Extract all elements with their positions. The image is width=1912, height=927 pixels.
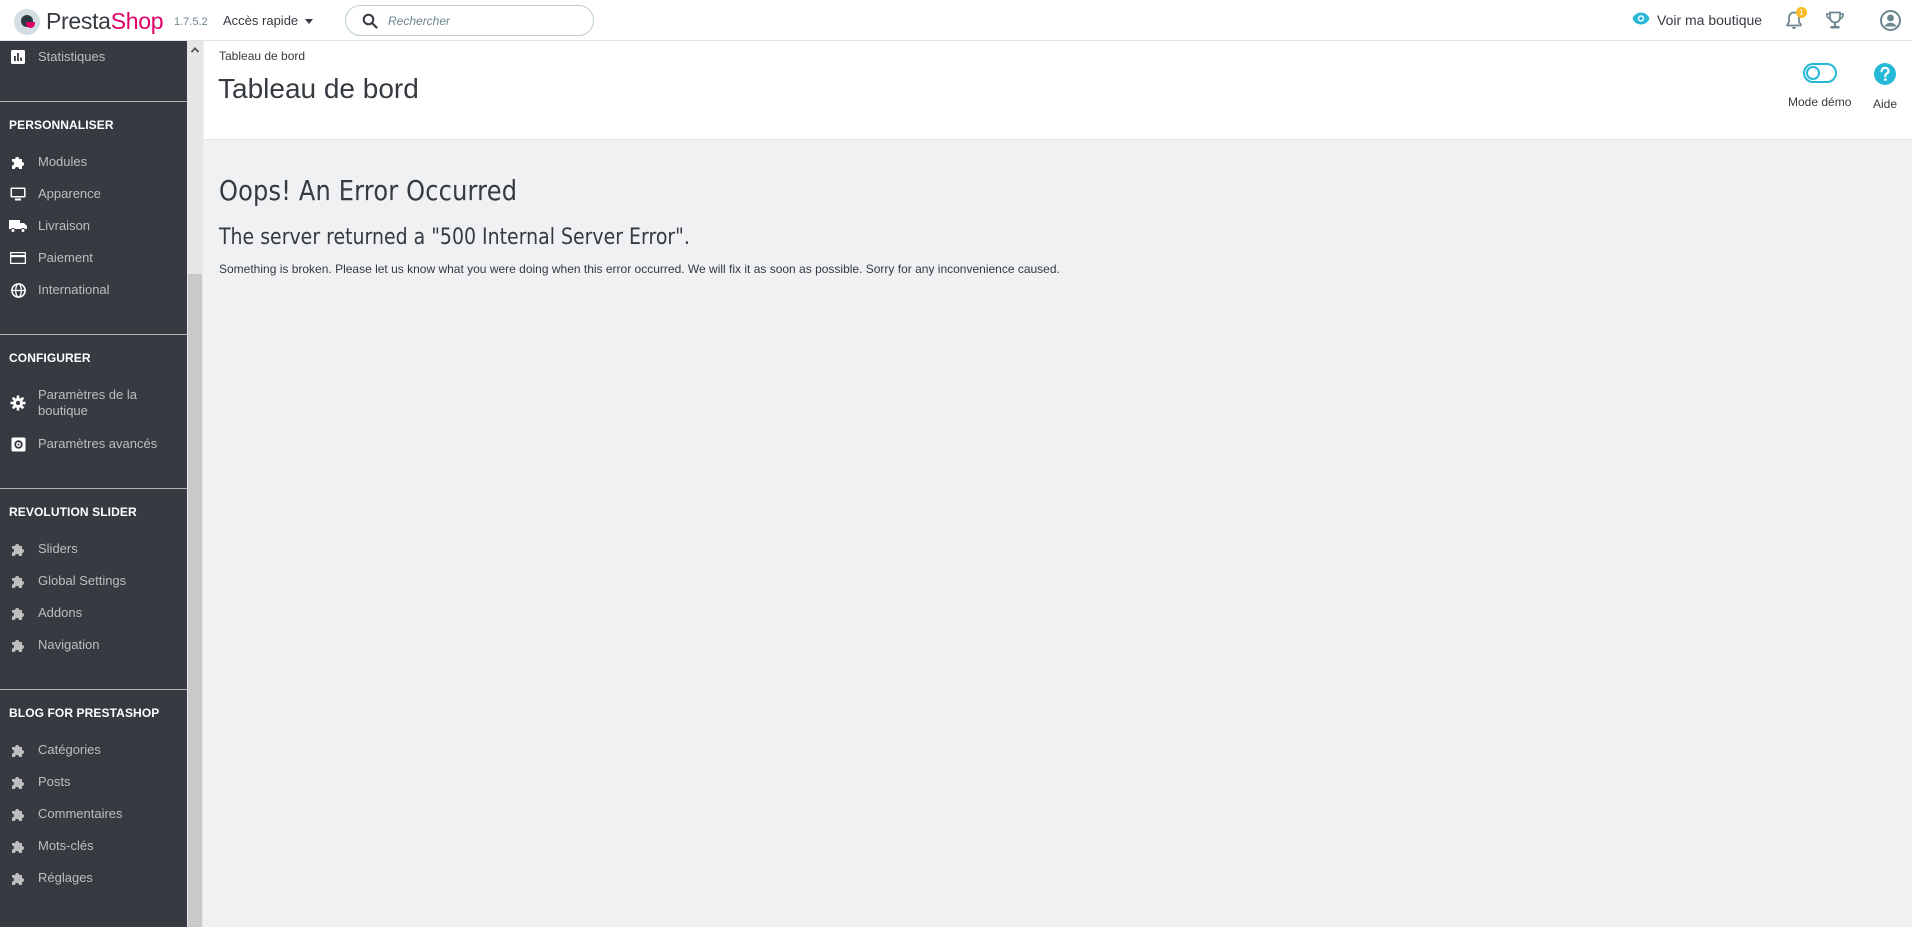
sidebar-item-label: Commentaires: [38, 806, 123, 821]
sidebar-item-label: Sliders: [38, 541, 78, 556]
sidebar-item-label: Modules: [38, 154, 88, 169]
toggle-switch-icon: [1802, 63, 1837, 88]
page-title: Tableau de bord: [218, 73, 419, 104]
sidebar-nav: Statistiques PERSONNALISER Modules Appar…: [0, 41, 187, 927]
notifications-button[interactable]: 1: [1786, 7, 1807, 35]
puzzle-icon: [9, 837, 27, 855]
sidebar-item-apparence[interactable]: Apparence: [0, 185, 187, 203]
puzzle-icon: [9, 153, 27, 171]
sidebar-item-label: Paiement: [38, 250, 93, 265]
sidebar-divider: [0, 334, 187, 335]
sidebar-item-parametres-boutique[interactable]: Paramètres de la boutique: [0, 387, 187, 419]
puzzle-icon: [9, 773, 27, 791]
prestashop-logo[interactable]: PrestaShop: [14, 8, 164, 35]
sidebar-scrollbar[interactable]: [187, 41, 203, 927]
sidebar-item-statistiques[interactable]: Statistiques: [0, 48, 187, 66]
help-label: Aide: [1873, 97, 1898, 111]
search-icon[interactable]: [354, 13, 386, 29]
search-box[interactable]: [345, 5, 594, 36]
sidebar-item-label: Statistiques: [38, 49, 106, 64]
caret-down-icon: [305, 19, 314, 24]
view-shop-link[interactable]: Voir ma boutique: [1632, 12, 1762, 28]
version-label: 1.7.5.2: [174, 16, 208, 28]
sidebar-item-global-settings[interactable]: Global Settings: [0, 572, 187, 590]
puzzle-icon: [9, 636, 27, 654]
sidebar-item-label: Addons: [38, 605, 83, 620]
sidebar-item-label: International: [38, 282, 110, 297]
bell-icon: [1786, 11, 1802, 34]
sidebar-item-navigation[interactable]: Navigation: [0, 636, 187, 654]
top-bar: PrestaShop 1.7.5.2 Accès rapide Voir ma …: [0, 0, 1912, 41]
sidebar-item-addons[interactable]: Addons: [0, 604, 187, 622]
account-button[interactable]: [1880, 10, 1901, 36]
page-header: Tableau de bord Tableau de bord Mode dém…: [204, 41, 1912, 140]
sidebar-item-parametres-avances[interactable]: Paramètres avancés: [0, 435, 187, 453]
puzzle-icon: [9, 540, 27, 558]
scroll-up-arrow-icon[interactable]: [190, 45, 200, 55]
sidebar-item-international[interactable]: International: [0, 281, 187, 299]
sidebar-item-mots-cles[interactable]: Mots-clés: [0, 837, 187, 855]
trophy-button[interactable]: [1825, 11, 1845, 35]
credit-card-icon: [9, 249, 27, 267]
sidebar-item-paiement[interactable]: Paiement: [0, 249, 187, 267]
breadcrumb[interactable]: Tableau de bord: [219, 49, 305, 63]
sidebar-divider: [0, 101, 187, 102]
section-title-blog: BLOG FOR PRESTASHOP: [9, 706, 160, 720]
puzzle-icon: [9, 869, 27, 887]
sidebar-divider: [0, 689, 187, 690]
error-title: Oops! An Error Occurred: [219, 174, 518, 207]
sidebar-item-modules[interactable]: Modules: [0, 153, 187, 171]
sidebar-divider: [0, 488, 187, 489]
scrollbar-thumb[interactable]: [188, 274, 202, 927]
demo-mode-toggle[interactable]: Mode démo: [1788, 63, 1851, 109]
view-shop-label: Voir ma boutique: [1657, 12, 1763, 28]
settings-box-icon: [9, 435, 27, 453]
eye-icon: [1632, 12, 1650, 28]
sidebar-item-label: Mots-clés: [38, 838, 94, 853]
puzzle-icon: [9, 604, 27, 622]
puzzle-icon: [9, 741, 27, 759]
search-input[interactable]: [386, 12, 570, 29]
sidebar-item-reglages[interactable]: Réglages: [0, 869, 187, 887]
gear-icon: [9, 394, 27, 412]
sidebar-item-label: Catégories: [38, 742, 101, 757]
sidebar-item-sliders[interactable]: Sliders: [0, 540, 187, 558]
sidebar-item-categories[interactable]: Catégories: [0, 741, 187, 759]
user-avatar-icon: [1880, 10, 1901, 35]
sidebar-item-label: Apparence: [38, 186, 101, 201]
bar-chart-icon: [9, 48, 27, 66]
notification-badge: 1: [1796, 7, 1807, 18]
monitor-icon: [9, 185, 27, 203]
sidebar-item-posts[interactable]: Posts: [0, 773, 187, 791]
sidebar-item-label: Paramètres de la boutique: [38, 387, 137, 418]
puzzle-icon: [9, 805, 27, 823]
error-message: Something is broken. Please let us know …: [219, 262, 1060, 276]
sidebar-item-label: Réglages: [38, 870, 93, 885]
sidebar-item-commentaires[interactable]: Commentaires: [0, 805, 187, 823]
trophy-icon: [1825, 11, 1845, 34]
sidebar-item-livraison[interactable]: Livraison: [0, 217, 187, 235]
puffin-logo-icon: [14, 8, 40, 35]
quick-access-dropdown[interactable]: Accès rapide: [223, 13, 314, 28]
quick-access-label: Accès rapide: [223, 13, 299, 28]
section-title-configurer: CONFIGURER: [9, 351, 91, 365]
section-title-personnaliser: PERSONNALISER: [9, 118, 114, 132]
section-title-revolution-slider: REVOLUTION SLIDER: [9, 505, 137, 519]
help-icon: [1874, 63, 1897, 90]
demo-mode-label: Mode démo: [1788, 95, 1852, 109]
help-button[interactable]: Aide: [1873, 63, 1897, 111]
truck-icon: [9, 217, 27, 235]
sidebar-item-label: Posts: [38, 774, 71, 789]
sidebar-item-label: Livraison: [38, 218, 91, 233]
logo-text: PrestaShop: [46, 8, 164, 34]
sidebar-item-label: Global Settings: [38, 573, 127, 588]
sidebar-item-label: Paramètres avancés: [38, 436, 158, 451]
sidebar-item-label: Navigation: [38, 637, 100, 652]
globe-icon: [9, 281, 27, 299]
puzzle-icon: [9, 572, 27, 590]
error-subtitle: The server returned a "500 Internal Serv…: [219, 225, 690, 250]
